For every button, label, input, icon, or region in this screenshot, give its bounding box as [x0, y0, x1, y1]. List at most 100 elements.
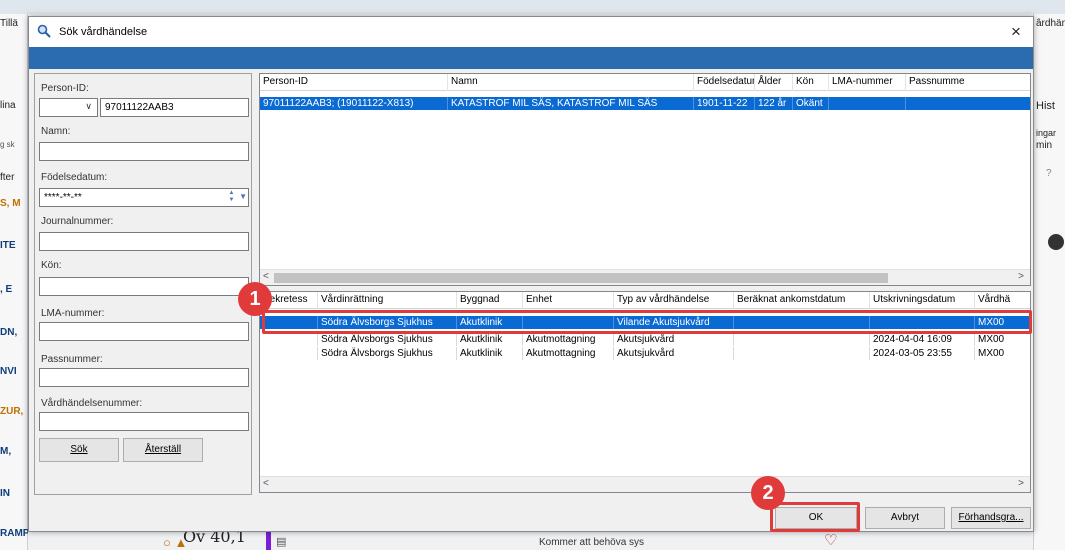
- bg-left-row: g sk: [0, 140, 15, 149]
- journal-number-input[interactable]: [39, 232, 249, 251]
- bg-right-row: ingar: [1036, 128, 1057, 138]
- background-right-column: ârdhän Hist ingar min ?: [1033, 14, 1065, 550]
- person-id-input[interactable]: 97011122AAB3: [100, 98, 249, 117]
- column-header[interactable]: Person-ID: [260, 74, 448, 91]
- events-grid-header: Sekretess Vårdinrättning Byggnad Enhet T…: [260, 292, 1030, 309]
- column-header[interactable]: Byggnad: [457, 292, 523, 309]
- cell-event-number: MX00: [975, 347, 1030, 360]
- background-left-column: Tillä lina g sk fter S, M ITE , E DN, NV…: [0, 14, 28, 550]
- person-id-type-select[interactable]: ∨: [39, 98, 98, 117]
- column-header[interactable]: Ålder: [755, 74, 793, 91]
- event-number-input[interactable]: [39, 412, 249, 431]
- table-row[interactable]: 97011122AAB3; (19011122-X813) KATASTROF …: [260, 97, 1030, 110]
- birthdate-mask: ****-**-**: [44, 192, 82, 203]
- bg-left-row: ZUR,: [0, 406, 24, 417]
- column-header[interactable]: Passnumme: [906, 74, 1030, 91]
- column-header[interactable]: LMA-nummer: [829, 74, 906, 91]
- lma-number-label: LMA-nummer:: [41, 308, 105, 319]
- cell-building: Akutklinik: [457, 333, 523, 346]
- cell-secrecy: [260, 347, 318, 360]
- bg-left-row: DN,: [0, 327, 18, 338]
- dialog-titlebar: Sök vårdhändelse ×: [29, 17, 1033, 47]
- column-header[interactable]: Vårdhä: [975, 292, 1030, 309]
- spinner-icon[interactable]: ▲ ▼: [227, 190, 236, 205]
- step-badge-2: 2: [751, 476, 785, 510]
- bg-left-row: IN: [0, 488, 10, 499]
- cell-arrival: [734, 347, 870, 360]
- search-button[interactable]: Sök: [39, 438, 119, 462]
- column-header[interactable]: Födelsedatum: [694, 74, 755, 91]
- table-row[interactable]: Södra Älvsborgs Sjukhus Akutklinik Akutm…: [260, 333, 1030, 346]
- bg-left-row: S, M: [0, 198, 21, 209]
- passport-number-input[interactable]: [39, 368, 249, 387]
- cancel-button[interactable]: Avbryt: [865, 507, 945, 529]
- chevron-left-icon[interactable]: <: [263, 271, 269, 282]
- column-header[interactable]: Beräknat ankomstdatum: [734, 292, 870, 309]
- cell-passport: [906, 97, 1030, 110]
- bg-right-row: Hist: [1036, 100, 1055, 112]
- chevron-down-icon[interactable]: ▼: [239, 192, 247, 201]
- passport-number-label: Passnummer:: [41, 354, 103, 365]
- bg-left-row: NVI: [0, 366, 17, 377]
- persons-grid-header: Person-ID Namn Födelsedatum Ålder Kön LM…: [260, 74, 1030, 91]
- table-row[interactable]: Södra Älvsborgs Sjukhus Akutklinik Akutm…: [260, 347, 1030, 360]
- preview-button[interactable]: Förhandsgra...: [951, 507, 1031, 529]
- bg-note: Kommer att behöva sys: [539, 537, 645, 548]
- name-input[interactable]: [39, 142, 249, 161]
- reset-button-label: Återställ: [144, 444, 182, 455]
- highlight-ok-button: [770, 502, 860, 532]
- cell-unit: Akutmottagning: [523, 347, 614, 360]
- sync-icon[interactable]: [1048, 234, 1064, 250]
- lma-number-input[interactable]: [39, 322, 249, 341]
- reset-button[interactable]: Återställ: [123, 438, 203, 462]
- search-event-dialog: Sök vårdhändelse × Person-ID: ∨ 97011122…: [28, 16, 1034, 532]
- persons-horizontal-scrollbar[interactable]: < >: [260, 269, 1030, 285]
- column-header[interactable]: Kön: [793, 74, 829, 91]
- bg-left-row: lina: [0, 100, 16, 111]
- cell-building: Akutklinik: [457, 347, 523, 360]
- bg-left-row: fter: [0, 172, 15, 183]
- column-header[interactable]: Utskrivningsdatum: [870, 292, 975, 309]
- bg-left-row: , E: [0, 284, 13, 295]
- column-header[interactable]: Typ av vårdhändelse: [614, 292, 734, 309]
- search-button-label: Sök: [70, 444, 88, 455]
- cell-event-type: Akutsjukvård: [614, 333, 734, 346]
- cell-discharge: 2024-03-05 23:55: [870, 347, 975, 360]
- chevron-right-icon[interactable]: >: [1018, 271, 1024, 282]
- dialog-title: Sök vårdhändelse: [59, 26, 148, 38]
- column-header[interactable]: Vårdinrättning: [318, 292, 457, 309]
- cell-age: 122 år: [755, 97, 793, 110]
- column-header[interactable]: Namn: [448, 74, 694, 91]
- scrollbar-thumb[interactable]: [274, 273, 888, 283]
- heart-icon: ♡: [824, 532, 838, 549]
- birthdate-input[interactable]: ****-**-** ▲ ▼ ▼: [39, 188, 249, 207]
- cell-event-number: MX00: [975, 333, 1030, 346]
- cell-person-id: 97011122AAB3; (19011122-X813): [260, 97, 448, 110]
- column-header[interactable]: Enhet: [523, 292, 614, 309]
- close-button[interactable]: ×: [1005, 22, 1027, 42]
- cell-secrecy: [260, 333, 318, 346]
- bg-right-row: ârdhän: [1036, 18, 1065, 29]
- bg-right-row: ?: [1046, 168, 1052, 179]
- search-icon: [37, 24, 51, 38]
- gender-input[interactable]: [39, 277, 249, 296]
- birthdate-label: Födelsedatum:: [41, 172, 108, 183]
- cell-birthdate: 1901-11-22: [694, 97, 755, 110]
- step-badge-1: 1: [238, 282, 272, 316]
- background-topbar: [0, 0, 1065, 14]
- cell-event-type: Akutsjukvård: [614, 347, 734, 360]
- events-horizontal-scrollbar[interactable]: < >: [260, 476, 1030, 492]
- bg-left-row: Tillä: [0, 18, 18, 29]
- persons-grid: Person-ID Namn Födelsedatum Ålder Kön LM…: [259, 73, 1031, 286]
- cell-gender: Okänt: [793, 97, 829, 110]
- document-icon: ▤: [276, 536, 287, 548]
- person-id-label: Person-ID:: [41, 83, 89, 94]
- chevron-right-icon[interactable]: >: [1018, 478, 1024, 489]
- bg-right-row: min: [1036, 140, 1053, 151]
- chevron-left-icon[interactable]: <: [263, 478, 269, 489]
- event-number-label: Vårdhändelsenummer:: [41, 398, 143, 409]
- highlight-selected-event: [262, 310, 1032, 334]
- journal-number-label: Journalnummer:: [41, 216, 114, 227]
- bg-left-row: ITE: [0, 240, 16, 251]
- chevron-down-icon: ∨: [85, 101, 92, 111]
